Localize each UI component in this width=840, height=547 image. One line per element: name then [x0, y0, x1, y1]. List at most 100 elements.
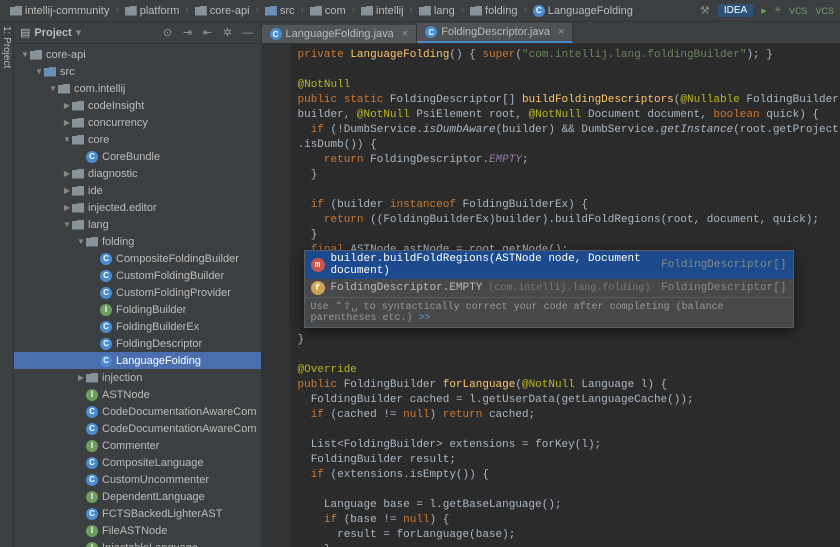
tree-row[interactable]: CLanguageFolding: [14, 352, 261, 369]
class-icon: C: [86, 406, 98, 418]
completion-item[interactable]: fFoldingDescriptor.EMPTY (com.intellij.l…: [305, 279, 793, 297]
tree-row[interactable]: ▶concurrency: [14, 114, 261, 131]
folder-icon: [72, 186, 84, 196]
breadcrumb-item[interactable]: intellij-community: [6, 4, 113, 18]
tool-window-stripe: 1: Project: [0, 22, 14, 547]
folder-icon: [72, 220, 84, 230]
tree-row[interactable]: CCustomFoldingProvider: [14, 284, 261, 301]
class-icon: C: [100, 321, 112, 333]
tree-row[interactable]: ▶diagnostic: [14, 165, 261, 182]
tree-row[interactable]: CCustomFoldingBuilder: [14, 267, 261, 284]
tree-row[interactable]: ▼core-api: [14, 46, 261, 63]
tree-row[interactable]: ▼src: [14, 63, 261, 80]
tree-row[interactable]: CCoreBundle: [14, 148, 261, 165]
project-tree[interactable]: ▼core-api▼src▼com.intellij▶codeInsight▶c…: [14, 44, 261, 547]
class-icon: C: [100, 338, 112, 350]
completion-popup[interactable]: mbuilder.buildFoldRegions(ASTNode node, …: [304, 250, 794, 328]
tree-row[interactable]: CCodeDocumentationAwareCom: [14, 403, 261, 420]
tree-row[interactable]: ▶injection: [14, 369, 261, 386]
tree-row[interactable]: ICommenter: [14, 437, 261, 454]
tree-row[interactable]: CCodeDocumentationAwareCom: [14, 420, 261, 437]
tree-row[interactable]: CCompositeLanguage: [14, 454, 261, 471]
breadcrumb-item[interactable]: lang: [415, 4, 459, 18]
class-icon: C: [100, 287, 112, 299]
tree-row[interactable]: ▼lang: [14, 216, 261, 233]
breadcrumb-item[interactable]: core-api: [191, 4, 254, 18]
iface-icon: I: [86, 389, 98, 401]
folder-icon: [58, 84, 70, 94]
breadcrumb-item[interactable]: com: [306, 4, 350, 18]
tree-row[interactable]: ▼core: [14, 131, 261, 148]
breadcrumb-item[interactable]: src: [261, 4, 299, 18]
iface-icon: I: [86, 525, 98, 537]
tree-row[interactable]: CCustomUncommenter: [14, 471, 261, 488]
run-config[interactable]: IDEA: [718, 4, 753, 17]
field-icon: f: [311, 281, 325, 295]
tree-row[interactable]: CFCTSBackedLighterAST: [14, 505, 261, 522]
run-icon[interactable]: ▸: [761, 4, 767, 17]
close-icon[interactable]: ×: [402, 28, 408, 40]
gear-icon[interactable]: ✲: [221, 26, 235, 40]
vcs-update-icon[interactable]: VCS: [789, 6, 808, 16]
close-icon[interactable]: ×: [558, 26, 564, 38]
tree-row[interactable]: CCompositeFoldingBuilder: [14, 250, 261, 267]
folder-icon: [86, 373, 98, 383]
completion-item[interactable]: mbuilder.buildFoldRegions(ASTNode node, …: [305, 251, 793, 279]
iface-icon: I: [100, 304, 112, 316]
class-icon: C: [100, 270, 112, 282]
collapse-icon[interactable]: ⊙: [161, 26, 175, 40]
class-icon: C: [86, 508, 98, 520]
tree-row[interactable]: IDependentLanguage: [14, 488, 261, 505]
class-icon: C: [425, 26, 437, 38]
folder-icon: [72, 135, 84, 145]
tree-row[interactable]: IInjectableLanguage: [14, 539, 261, 547]
editor-area: CLanguageFolding.java×CFoldingDescriptor…: [262, 22, 840, 547]
scroll-to-icon[interactable]: ⇥: [181, 26, 195, 40]
class-icon: C: [86, 151, 98, 163]
hint-link[interactable]: >>: [419, 313, 431, 324]
tree-row[interactable]: ▼folding: [14, 233, 261, 250]
tree-row[interactable]: IASTNode: [14, 386, 261, 403]
tree-row[interactable]: ▶ide: [14, 182, 261, 199]
breadcrumb-item[interactable]: intellij: [357, 4, 408, 18]
folder-icon: [72, 203, 84, 213]
breadcrumb-item[interactable]: folding: [466, 4, 521, 18]
top-right-tools: ⚒ IDEA ▸ ⌖ VCS VCS: [700, 4, 834, 17]
hide-icon[interactable]: —: [241, 26, 255, 40]
breadcrumb-bar: intellij-community›platform›core-api›src…: [0, 0, 840, 22]
project-tool-button[interactable]: 1: Project: [0, 22, 13, 72]
editor[interactable]: private LanguageFolding() { super("com.i…: [262, 44, 840, 547]
method-icon: m: [311, 258, 325, 272]
tree-row[interactable]: ▼com.intellij: [14, 80, 261, 97]
class-icon: C: [86, 457, 98, 469]
class-icon: C: [100, 253, 112, 265]
breadcrumb-item[interactable]: platform: [121, 4, 184, 18]
tree-row[interactable]: CFoldingDescriptor: [14, 335, 261, 352]
vcs-commit-icon[interactable]: VCS: [815, 6, 834, 16]
src-icon: [44, 67, 56, 77]
tree-row[interactable]: ▶codeInsight: [14, 97, 261, 114]
class-icon: C: [100, 355, 112, 367]
folder-icon: [72, 169, 84, 179]
debug-icon[interactable]: ⌖: [775, 4, 781, 17]
iface-icon: I: [86, 491, 98, 503]
project-pane-header: ▤ Project ▾ ⊙ ⇥ ⇤ ✲ —: [14, 22, 261, 44]
scroll-from-icon[interactable]: ⇤: [201, 26, 215, 40]
iface-icon: I: [86, 542, 98, 547]
tree-row[interactable]: IFoldingBuilder: [14, 301, 261, 318]
class-icon: C: [86, 474, 98, 486]
class-icon: C: [270, 28, 282, 40]
tree-row[interactable]: IFileASTNode: [14, 522, 261, 539]
editor-tab[interactable]: CFoldingDescriptor.java×: [417, 23, 573, 43]
project-pane: ▤ Project ▾ ⊙ ⇥ ⇤ ✲ — ▼core-api▼src▼com.…: [14, 22, 262, 547]
editor-tab[interactable]: CLanguageFolding.java×: [262, 25, 418, 43]
iface-icon: I: [86, 440, 98, 452]
breadcrumb-item[interactable]: CLanguageFolding: [529, 4, 637, 18]
project-pane-title: Project: [34, 27, 71, 39]
hammer-icon[interactable]: ⚒: [700, 4, 710, 17]
tree-row[interactable]: CFoldingBuilderEx: [14, 318, 261, 335]
tree-row[interactable]: ▶injected.editor: [14, 199, 261, 216]
folder-icon: [72, 118, 84, 128]
completion-hint: Use ⌃⇧␣ to syntactically correct your co…: [305, 297, 793, 327]
folder-icon: ▤: [20, 26, 30, 39]
